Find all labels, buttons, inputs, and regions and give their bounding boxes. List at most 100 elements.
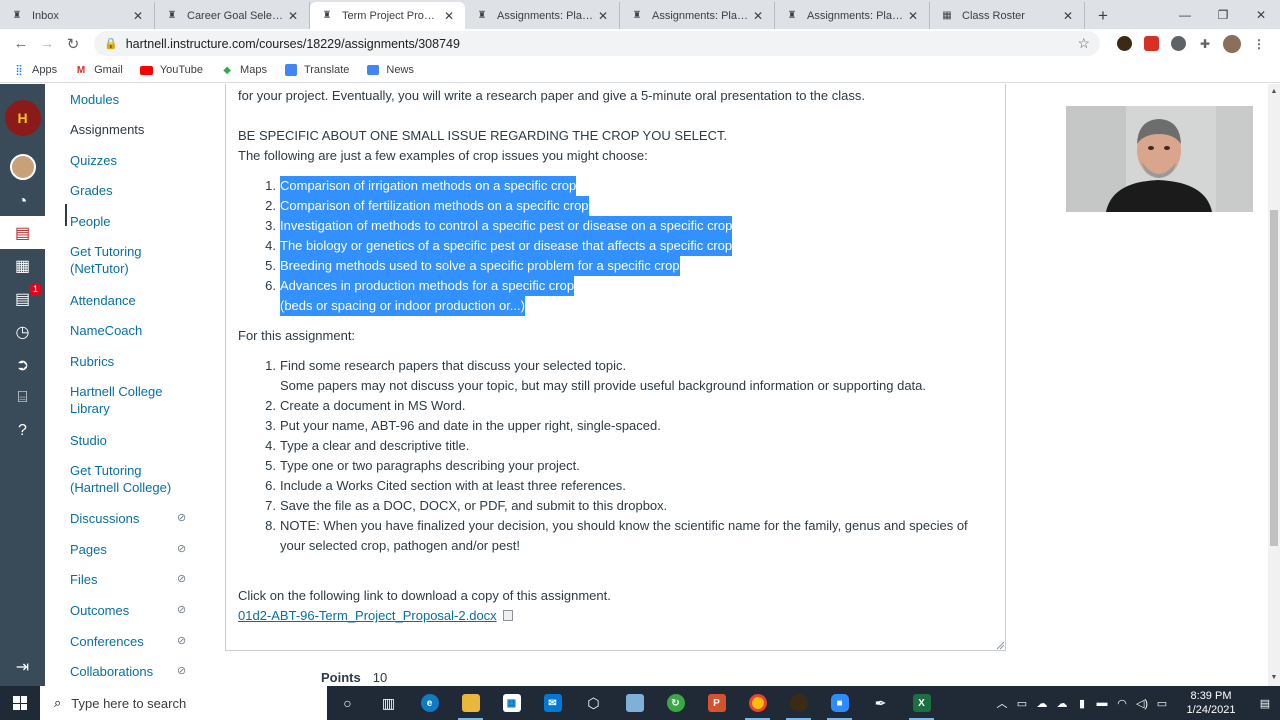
course-nav-conferences[interactable]: Conferences ⊘ xyxy=(70,633,220,650)
minimize-icon[interactable]: — xyxy=(1166,8,1204,22)
inbox-icon[interactable]: ▤ 1 xyxy=(0,282,45,315)
course-nav-collaborations[interactable]: Collaborations ⊘ xyxy=(70,663,220,680)
studio-icon[interactable]: ⌸ xyxy=(0,381,45,414)
app-icon[interactable] xyxy=(614,686,655,720)
address-bar[interactable]: 🔒 hartnell.instructure.com/courses/18229… xyxy=(94,31,1100,56)
assignment-file-link[interactable]: 01d2-ABT-96-Term_Project_Proposal-2.docx xyxy=(238,608,497,623)
task-view-icon[interactable]: ▥ xyxy=(368,686,409,720)
bookmark-star-icon[interactable]: ☆ xyxy=(1077,35,1090,52)
browser-tab[interactable]: ♜ Career Goal Selection ✕ xyxy=(155,2,310,29)
usb-icon[interactable]: ▮ xyxy=(1072,697,1092,710)
course-nav-rubrics[interactable]: Rubrics xyxy=(70,353,220,370)
close-window-icon[interactable]: ✕ xyxy=(1242,8,1280,22)
tray-app-icon[interactable]: ▭ xyxy=(1012,697,1032,710)
taskbar-search-box[interactable]: ⌕ Type here to search xyxy=(40,686,327,720)
course-nav-library[interactable]: Hartnell College Library xyxy=(70,383,220,417)
browser-tab[interactable]: ♜ Assignments: Plant Sci ✕ xyxy=(465,2,620,29)
back-icon[interactable]: ← xyxy=(8,35,34,52)
app-icon[interactable] xyxy=(778,686,819,720)
chrome-icon[interactable] xyxy=(737,686,778,720)
edge-icon[interactable]: e xyxy=(409,686,450,720)
forward-icon[interactable]: → xyxy=(34,35,60,52)
store-icon[interactable]: ▦ xyxy=(491,686,532,720)
course-nav-get-tutoring-hartnell[interactable]: Get Tutoring (Hartnell College) xyxy=(70,462,220,496)
scroll-up-arrow-icon[interactable]: ▲ xyxy=(1268,86,1280,98)
wifi-icon[interactable]: ◠ xyxy=(1112,697,1132,710)
history-icon[interactable]: ◷ xyxy=(0,315,45,348)
browser-tab[interactable]: ▦ Class Roster ✕ xyxy=(930,2,1085,29)
page-scrollbar[interactable]: ▲ ▼ xyxy=(1268,84,1280,686)
settings-app-icon[interactable]: ⬡ xyxy=(573,686,614,720)
file-explorer-icon[interactable] xyxy=(450,686,491,720)
lock-icon[interactable]: 🔒 xyxy=(104,37,118,50)
close-tab-icon[interactable]: ✕ xyxy=(905,9,921,23)
browser-tab[interactable]: ♜ Inbox ✕ xyxy=(0,2,155,29)
sync-app-icon[interactable]: ↻ xyxy=(655,686,696,720)
close-tab-icon[interactable]: ✕ xyxy=(130,9,146,23)
close-tab-icon[interactable]: ✕ xyxy=(595,9,611,23)
close-tab-icon[interactable]: ✕ xyxy=(441,9,457,23)
new-tab-button[interactable]: + xyxy=(1089,2,1117,29)
bookmark-gmail[interactable]: M Gmail xyxy=(74,63,123,77)
bookmark-translate[interactable]: Translate xyxy=(284,63,349,77)
course-nav-files[interactable]: Files ⊘ xyxy=(70,571,220,588)
close-tab-icon[interactable]: ✕ xyxy=(285,9,301,23)
excel-icon[interactable]: X xyxy=(901,686,942,720)
keyboard-icon[interactable]: ▭ xyxy=(1152,697,1172,710)
document-preview-icon[interactable] xyxy=(502,610,513,621)
course-nav-people[interactable]: People xyxy=(70,213,220,230)
dashboard-icon[interactable]: ◔ xyxy=(0,185,45,218)
taskbar-clock[interactable]: 8:39 PM 1/24/2021 xyxy=(1176,689,1246,717)
bookmark-apps[interactable]: ⣿ Apps xyxy=(12,63,57,77)
browser-tab-active[interactable]: ♜ Term Project Proposal ✕ xyxy=(310,2,465,29)
cortana-icon[interactable]: ○ xyxy=(327,686,368,720)
course-nav-pages[interactable]: Pages ⊘ xyxy=(70,541,220,558)
volume-icon[interactable]: ◁) xyxy=(1132,697,1152,710)
menu-kebab-icon[interactable]: ⋮ xyxy=(1246,33,1272,55)
pdf-extension-icon[interactable] xyxy=(1138,33,1164,55)
course-nav-discussions[interactable]: Discussions ⊘ xyxy=(70,510,220,527)
zoom-icon[interactable]: ■ xyxy=(819,686,860,720)
help-icon[interactable]: ? xyxy=(0,414,45,447)
calendar-icon[interactable]: ▦ xyxy=(0,249,45,282)
browser-tab[interactable]: ♜ Assignments: Plant Sci ✕ xyxy=(620,2,775,29)
onedrive-icon[interactable]: ☁ xyxy=(1032,697,1052,710)
acrobat-icon[interactable]: ✒ xyxy=(860,686,901,720)
browser-tab[interactable]: ♜ Assignments: Plant Sci ✕ xyxy=(775,2,930,29)
school-logo[interactable]: H xyxy=(0,98,45,138)
collapse-nav-icon[interactable]: ⇥ xyxy=(0,650,45,683)
battery-icon[interactable]: ▬ xyxy=(1092,697,1112,709)
scrollbar-thumb[interactable] xyxy=(1270,210,1278,546)
notifications-icon[interactable]: ▤ xyxy=(1250,697,1280,710)
bookmark-youtube[interactable]: YouTube xyxy=(140,63,203,77)
course-nav-attendance[interactable]: Attendance xyxy=(70,292,220,309)
tray-app-icon[interactable]: ☁ xyxy=(1052,697,1072,710)
course-nav-modules[interactable]: Modules xyxy=(70,91,220,108)
url-text[interactable]: hartnell.instructure.com/courses/18229/a… xyxy=(126,37,460,51)
reload-icon[interactable]: ↻ xyxy=(60,35,86,53)
course-nav-outcomes[interactable]: Outcomes ⊘ xyxy=(70,602,220,619)
close-tab-icon[interactable]: ✕ xyxy=(1060,9,1076,23)
bookmark-maps[interactable]: ◆ Maps xyxy=(220,63,267,77)
extension-icon[interactable] xyxy=(1111,33,1137,55)
course-nav-namecoach[interactable]: NameCoach xyxy=(70,322,220,339)
profile-avatar[interactable] xyxy=(1219,33,1245,55)
course-nav-get-tutoring-nettutor[interactable]: Get Tutoring (NetTutor) xyxy=(70,243,220,277)
close-tab-icon[interactable]: ✕ xyxy=(750,9,766,23)
show-hidden-icons-icon[interactable]: ︿ xyxy=(992,695,1012,711)
extension-icon[interactable] xyxy=(1165,33,1191,55)
scroll-down-arrow-icon[interactable]: ▼ xyxy=(1268,672,1280,684)
powerpoint-icon[interactable]: P xyxy=(696,686,737,720)
courses-icon[interactable]: ▤ xyxy=(0,216,45,249)
maximize-icon[interactable]: ❐ xyxy=(1204,8,1242,22)
start-button[interactable] xyxy=(0,686,40,720)
course-nav-assignments[interactable]: Assignments xyxy=(70,121,220,138)
mail-icon[interactable]: ✉ xyxy=(532,686,573,720)
course-nav-quizzes[interactable]: Quizzes xyxy=(70,152,220,169)
account-avatar[interactable] xyxy=(0,150,45,183)
course-nav-studio[interactable]: Studio xyxy=(70,432,220,449)
resize-handle-icon[interactable] xyxy=(996,641,1005,650)
puzzle-icon[interactable]: ✚ xyxy=(1192,33,1218,55)
bookmark-news[interactable]: News xyxy=(366,63,414,77)
course-nav-grades[interactable]: Grades xyxy=(70,182,220,199)
